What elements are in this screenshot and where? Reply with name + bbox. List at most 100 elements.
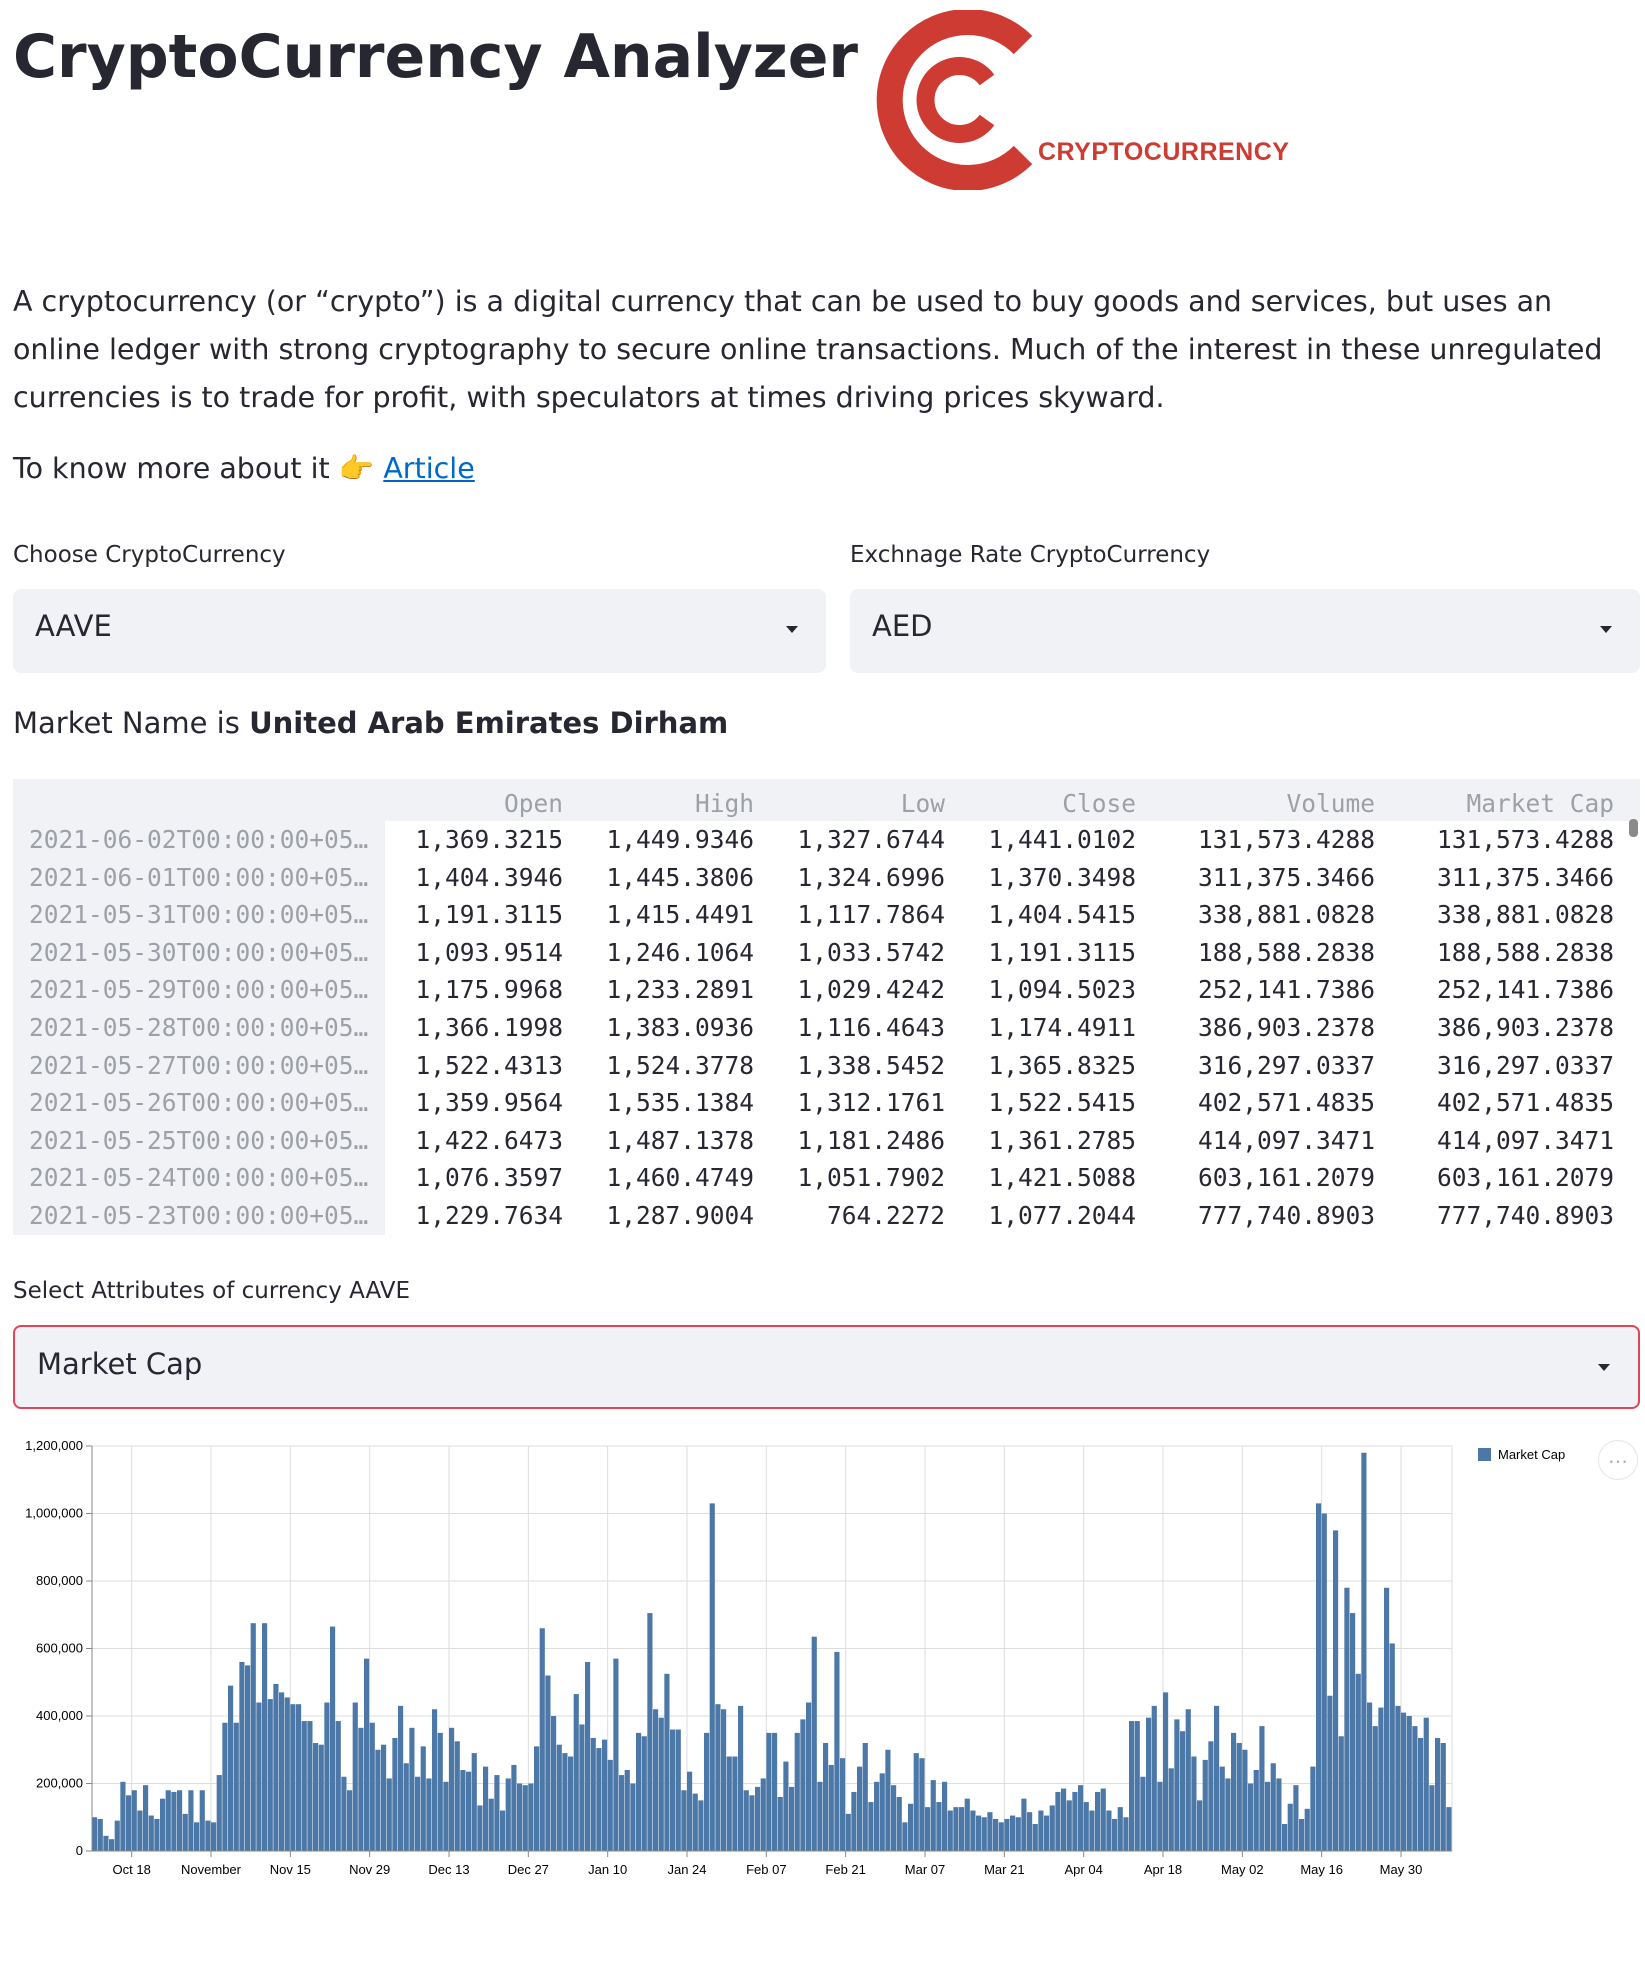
crypto-select-value: AAVE xyxy=(35,609,112,643)
chart-bar xyxy=(749,1795,755,1851)
chart-bar xyxy=(1401,1712,1407,1851)
chart-bar xyxy=(1316,1503,1322,1851)
chart-bar xyxy=(624,1770,630,1851)
table-cell: 603,161.2079 xyxy=(1436,1163,1614,1193)
table-column-header[interactable]: Market Cap xyxy=(1466,789,1614,818)
table-cell: 764.2272 xyxy=(826,1201,945,1230)
table-cell: 1,415.4491 xyxy=(606,900,754,930)
chart-bar xyxy=(964,1798,970,1851)
row-index: 2021-05-25T00:00:00+05… xyxy=(29,1125,369,1155)
chart-bar xyxy=(783,1761,789,1851)
chart-bar xyxy=(522,1785,528,1851)
x-tick-label: Jan 10 xyxy=(588,1862,627,1877)
table-cell: 1,191.3115 xyxy=(415,900,563,930)
chart-bar xyxy=(103,1835,109,1851)
table-cell: 1,094.5023 xyxy=(988,975,1136,1005)
legend-swatch xyxy=(1478,1448,1491,1461)
chart-bar xyxy=(862,1743,868,1851)
table-column-header[interactable]: Close xyxy=(1062,789,1136,818)
more-info-prefix: To know more about it 👉 xyxy=(13,452,384,485)
chart-bar xyxy=(199,1790,205,1851)
chart-bar xyxy=(1021,1798,1027,1851)
chart-bar xyxy=(987,1812,993,1851)
chart-bar xyxy=(1027,1812,1033,1851)
chart-bar xyxy=(1123,1817,1129,1851)
chart-bar xyxy=(1078,1785,1084,1851)
chart-bar xyxy=(687,1771,693,1851)
article-link[interactable]: Article xyxy=(383,452,474,485)
table-cell: 1,366.1998 xyxy=(415,1013,563,1042)
price-dataframe[interactable]: Open High Low Close Volume Market Cap 2021-06… xyxy=(13,779,1640,1235)
table-column-header[interactable]: Low xyxy=(901,789,945,818)
x-tick-label: Dec 27 xyxy=(508,1862,549,1877)
chart-bar xyxy=(959,1807,965,1851)
row-index: 2021-06-02T00:00:00+05… xyxy=(29,825,369,854)
chart-bar xyxy=(1327,1695,1333,1851)
chart-bar xyxy=(1406,1716,1412,1851)
chart-bar xyxy=(250,1623,256,1851)
chart-bar xyxy=(1310,1766,1316,1851)
chart-bar xyxy=(324,1702,330,1851)
chart-bar xyxy=(245,1665,251,1851)
chart-bar xyxy=(1423,1717,1429,1851)
table-cell: 777,740.8903 xyxy=(1436,1201,1614,1230)
table-cell: 252,141.7386 xyxy=(1197,975,1375,1005)
table-cell: 1,449.9346 xyxy=(606,825,754,854)
attribute-select[interactable]: Market Cap xyxy=(13,1325,1640,1409)
chart-bar xyxy=(454,1741,460,1851)
x-tick-label: May 02 xyxy=(1221,1862,1264,1877)
table-scrollbar[interactable] xyxy=(1629,819,1638,837)
chart-bar xyxy=(675,1729,681,1851)
chart-bar xyxy=(494,1775,500,1851)
exchange-rate-select[interactable]: AED xyxy=(850,589,1640,673)
chart-bar xyxy=(460,1770,466,1851)
chart-bar xyxy=(1350,1613,1356,1851)
chart-bar xyxy=(930,1780,936,1851)
chart-bar xyxy=(1015,1817,1021,1851)
table-column-header[interactable]: Open xyxy=(504,789,563,818)
chart-bar xyxy=(579,1724,585,1851)
chart-bar xyxy=(403,1763,409,1851)
chart-bar xyxy=(449,1727,455,1851)
chart-bar xyxy=(715,1704,721,1851)
chart-bar xyxy=(794,1732,800,1851)
chart-bar xyxy=(137,1810,143,1851)
y-tick-label: 1,200,000 xyxy=(25,1438,83,1453)
chart-bar xyxy=(211,1822,217,1851)
chart-bar xyxy=(896,1797,902,1851)
chart-bar xyxy=(1231,1732,1237,1851)
table-cell: 1,338.5452 xyxy=(797,1050,945,1080)
chart-bar xyxy=(1344,1587,1350,1851)
chart-bar xyxy=(443,1781,449,1851)
chart-bar xyxy=(318,1744,324,1851)
chart-bar xyxy=(1112,1818,1118,1851)
table-cell: 1,324.6996 xyxy=(797,862,945,892)
table-cell: 1,365.8325 xyxy=(988,1050,1136,1080)
chart-bar xyxy=(437,1732,443,1851)
x-tick-label: Nov 15 xyxy=(270,1862,311,1877)
table-column-header[interactable]: Volume xyxy=(1286,789,1375,818)
table-cell: 777,740.8903 xyxy=(1197,1201,1375,1230)
chart-bar xyxy=(194,1822,200,1851)
crypto-select[interactable]: AAVE xyxy=(13,589,826,673)
chart-bar xyxy=(800,1719,806,1851)
intro-paragraph: A cryptocurrency (or “crypto”) is a digi… xyxy=(13,285,1603,414)
chart-actions-button[interactable]: … xyxy=(1598,1440,1638,1480)
chart-bar xyxy=(573,1694,579,1851)
chart-bar xyxy=(732,1756,738,1851)
table-cell: 1,522.5415 xyxy=(988,1088,1136,1118)
table-cell: 131,573.4288 xyxy=(1436,825,1614,854)
table-cell: 1,246.1064 xyxy=(606,937,754,967)
chart-bar xyxy=(1225,1778,1231,1851)
chart-bar xyxy=(352,1702,358,1851)
x-tick-label: Jan 24 xyxy=(667,1862,706,1877)
chart-bar xyxy=(613,1658,619,1851)
y-tick-label: 200,000 xyxy=(36,1776,83,1791)
table-column-header[interactable]: High xyxy=(695,789,754,818)
crypto-select-label: Choose CryptoCurrency xyxy=(13,542,286,568)
table-cell: 1,175.9968 xyxy=(415,975,563,1005)
chart-bar xyxy=(415,1776,421,1851)
table-cell: 1,522.4313 xyxy=(415,1050,563,1080)
table-cell: 1,359.9564 xyxy=(415,1088,563,1118)
chart-bar xyxy=(1440,1743,1446,1851)
